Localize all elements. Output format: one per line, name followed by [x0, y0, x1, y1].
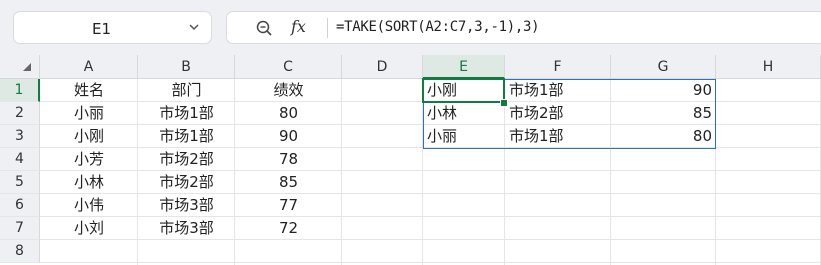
spill-cell-g2[interactable]: 85	[611, 102, 716, 125]
data-cell-a6[interactable]: 小伟	[40, 194, 138, 217]
zoom-out-icon[interactable]	[255, 19, 273, 37]
column-header-d[interactable]: D	[342, 55, 423, 79]
formula-toolbar: E1 fx =TAKE(SORT(A2:C7,3,-1),3)	[0, 0, 821, 55]
spill-cell-g1[interactable]: 90	[611, 79, 716, 102]
fill-handle[interactable]	[500, 99, 508, 107]
fx-icon[interactable]: fx	[291, 17, 306, 36]
column-header-h[interactable]: H	[716, 55, 821, 79]
name-box-value: E1	[92, 20, 112, 38]
data-cell-c3[interactable]: 90	[235, 125, 342, 148]
row-header-8[interactable]: 8	[0, 240, 40, 263]
data-cell-a2[interactable]: 小丽	[40, 102, 138, 125]
spill-cell-e3[interactable]: 小丽	[423, 125, 505, 148]
row-header-3[interactable]: 3	[0, 125, 40, 148]
column-header-a[interactable]: A	[40, 55, 138, 79]
data-cell-a3[interactable]: 小刚	[40, 125, 138, 148]
active-cell-border	[422, 78, 505, 103]
row-header-5[interactable]: 5	[0, 171, 40, 194]
header-cell-c1[interactable]: 绩效	[235, 79, 342, 102]
chevron-down-icon[interactable]	[187, 20, 201, 34]
data-cell-c2[interactable]: 80	[235, 102, 342, 125]
data-cell-a4[interactable]: 小芳	[40, 148, 138, 171]
row-header-2[interactable]: 2	[0, 102, 40, 125]
formula-bar-divider	[327, 18, 328, 38]
header-cell-a1[interactable]: 姓名	[40, 79, 138, 102]
data-cell-a5[interactable]: 小林	[40, 171, 138, 194]
select-all-corner[interactable]	[0, 55, 40, 79]
data-cell-b4[interactable]: 市场2部	[138, 148, 235, 171]
data-cell-c5[interactable]: 85	[235, 171, 342, 194]
data-cell-b6[interactable]: 市场3部	[138, 194, 235, 217]
spreadsheet-grid[interactable]: A B C D E F G H 1 2 3 4 5 6 7 8 姓名 部门 绩效 小丽 市场1部 80 小刚 市场1部 90 小芳…	[0, 55, 821, 265]
data-cell-b2[interactable]: 市场1部	[138, 102, 235, 125]
data-cell-b5[interactable]: 市场2部	[138, 171, 235, 194]
select-all-triangle-icon	[23, 63, 31, 71]
gridline-row-8	[40, 262, 821, 263]
formula-input[interactable]: =TAKE(SORT(A2:C7,3,-1),3)	[336, 19, 540, 35]
header-cell-b1[interactable]: 部门	[138, 79, 235, 102]
spill-cell-f1[interactable]: 市场1部	[505, 79, 611, 102]
data-cell-c6[interactable]: 77	[235, 194, 342, 217]
spill-cell-e2[interactable]: 小林	[423, 102, 505, 125]
data-cell-b3[interactable]: 市场1部	[138, 125, 235, 148]
column-header-g[interactable]: G	[611, 55, 716, 79]
formula-bar[interactable]: fx =TAKE(SORT(A2:C7,3,-1),3)	[226, 11, 821, 44]
row-header-4[interactable]: 4	[0, 148, 40, 171]
row-header-1[interactable]: 1	[0, 79, 40, 102]
name-box[interactable]: E1	[13, 11, 212, 44]
data-cell-a7[interactable]: 小刘	[40, 217, 138, 240]
data-cell-b7[interactable]: 市场3部	[138, 217, 235, 240]
row-header-6[interactable]: 6	[0, 194, 40, 217]
column-header-c[interactable]: C	[235, 55, 342, 79]
spill-cell-g3[interactable]: 80	[611, 125, 716, 148]
column-header-b[interactable]: B	[138, 55, 235, 79]
spill-cell-f2[interactable]: 市场2部	[505, 102, 611, 125]
column-header-f[interactable]: F	[505, 55, 611, 79]
row-header-7[interactable]: 7	[0, 217, 40, 240]
spill-cell-f3[interactable]: 市场1部	[505, 125, 611, 148]
data-cell-c7[interactable]: 72	[235, 217, 342, 240]
data-cell-c4[interactable]: 78	[235, 148, 342, 171]
column-header-e[interactable]: E	[423, 55, 505, 79]
